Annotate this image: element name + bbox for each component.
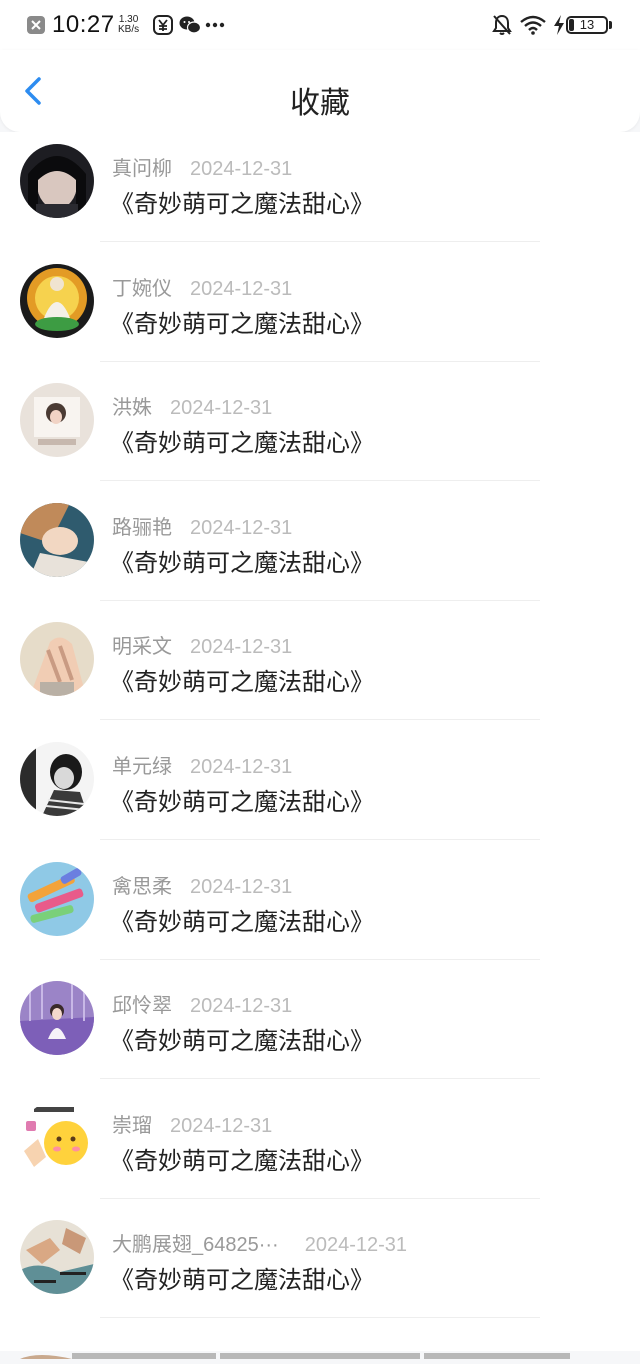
more-notifications-icon xyxy=(205,0,225,50)
collect-date: 2024-12-31 xyxy=(190,995,293,1018)
collector-line: 明采文 2024-12-31 xyxy=(112,630,292,659)
collect-date: 2024-12-31 xyxy=(170,1114,273,1137)
collector-line: 单元绿 2024-12-31 xyxy=(112,750,292,779)
mute-icon xyxy=(492,0,512,50)
divider xyxy=(100,360,540,362)
collector-name: 真问柳 xyxy=(112,158,172,180)
collector-line: 丁婉仪 2024-12-31 xyxy=(112,272,292,301)
book-title: 《奇妙萌可之魔法甜心》 xyxy=(110,1028,374,1056)
list-item[interactable]: 路骊艳 2024-12-31 《奇妙萌可之魔法甜心》 xyxy=(0,491,640,611)
avatar[interactable] xyxy=(20,622,94,697)
book-title: 《奇妙萌可之魔法甜心》 xyxy=(110,908,374,936)
book-title: 《奇妙萌可之魔法甜心》 xyxy=(110,1267,374,1295)
divider xyxy=(100,599,540,601)
clock: 10:27 xyxy=(52,11,115,38)
divider xyxy=(100,1078,540,1080)
divider xyxy=(100,719,540,721)
divider xyxy=(100,1197,540,1199)
avatar[interactable] xyxy=(20,502,94,577)
status-bar: 10:27 1.30 KB/s 13 xyxy=(0,0,640,50)
collector-line: 禽思柔 2024-12-31 xyxy=(112,870,292,899)
collect-date: 2024-12-31 xyxy=(190,277,293,300)
avatar[interactable] xyxy=(20,383,94,458)
collector-line: 邱怜翠 2024-12-31 xyxy=(112,989,292,1018)
list-item[interactable]: 单元绿 2024-12-31 《奇妙萌可之魔法甜心》 xyxy=(0,730,640,850)
navigation-header: 收藏 xyxy=(0,50,640,132)
collect-date: 2024-12-31 xyxy=(190,755,293,778)
book-title: 《奇妙萌可之魔法甜心》 xyxy=(110,430,374,458)
network-speed-unit: KB/s xyxy=(118,24,140,35)
app-close-icon xyxy=(26,0,46,50)
list-item[interactable]: 邱怜翠 2024-12-31 《奇妙萌可之魔法甜心》 xyxy=(0,969,640,1089)
collector-name: 崇瑠 xyxy=(112,1114,152,1137)
collector-name: 大鹏展翅_64825··· xyxy=(112,1234,279,1257)
charging-icon xyxy=(553,0,565,50)
wifi-icon xyxy=(519,0,547,50)
avatar[interactable] xyxy=(20,1220,94,1295)
network-speed: 1.30 KB/s xyxy=(118,0,139,50)
avatar[interactable] xyxy=(20,981,94,1056)
collector-line: 洪姝 2024-12-31 xyxy=(112,391,272,420)
collect-date: 2024-12-31 xyxy=(190,158,293,180)
book-title: 《奇妙萌可之魔法甜心》 xyxy=(110,549,374,577)
collector-name: 禽思柔 xyxy=(112,875,172,898)
collector-line: 路骊艳 2024-12-31 xyxy=(112,511,292,540)
collect-date: 2024-12-31 xyxy=(190,636,293,659)
list-item[interactable]: 丁婉仪 2024-12-31 《奇妙萌可之魔法甜心》 xyxy=(0,252,640,372)
collector-name: 邱怜翠 xyxy=(112,995,172,1018)
avatar[interactable] xyxy=(20,263,94,338)
collector-name: 丁婉仪 xyxy=(112,277,172,300)
collector-line: 真问柳 2024-12-31 xyxy=(112,152,292,181)
collect-date: 2024-12-31 xyxy=(190,875,293,898)
payment-icon xyxy=(153,0,173,50)
collector-name: 明采文 xyxy=(112,636,172,659)
list-item[interactable]: 大鹏展翅_64825··· 2024-12-31 《奇妙萌可之魔法甜心》 xyxy=(0,1208,640,1328)
collect-date: 2024-12-31 xyxy=(304,1234,408,1257)
collect-date: 2024-12-31 xyxy=(190,516,293,539)
book-title: 《奇妙萌可之魔法甜心》 xyxy=(110,788,374,816)
book-title: 《奇妙萌可之魔法甜心》 xyxy=(110,669,374,697)
collect-date: 2024-12-31 xyxy=(170,397,273,420)
next-item-peek xyxy=(20,1346,572,1359)
collector-name: 单元绿 xyxy=(112,755,172,778)
list-item[interactable]: 禽思柔 2024-12-31 《奇妙萌可之魔法甜心》 xyxy=(0,850,640,970)
divider xyxy=(100,1317,540,1319)
divider xyxy=(100,838,540,840)
avatar[interactable] xyxy=(20,861,94,936)
favorites-list: 真问柳 2024-12-31 《奇妙萌可之魔法甜心》 丁婉仪 2024-12-31 … xyxy=(0,132,640,1351)
battery-level: 13 xyxy=(579,17,595,32)
avatar[interactable] xyxy=(20,1100,94,1175)
list-item[interactable]: 明采文 2024-12-31 《奇妙萌可之魔法甜心》 xyxy=(0,610,640,730)
book-title: 《奇妙萌可之魔法甜心》 xyxy=(110,310,374,338)
avatar[interactable] xyxy=(20,144,94,218)
avatar[interactable] xyxy=(20,741,94,816)
collector-name: 路骊艳 xyxy=(112,516,172,539)
page-title: 收藏 xyxy=(290,87,350,120)
book-title: 《奇妙萌可之魔法甜心》 xyxy=(110,191,374,218)
divider xyxy=(100,958,540,960)
collector-name: 洪姝 xyxy=(112,397,152,420)
battery-icon: 13 xyxy=(566,0,612,50)
wechat-icon xyxy=(179,0,201,50)
divider xyxy=(100,241,540,242)
collector-line: 大鹏展翅_64825··· 2024-12-31 xyxy=(112,1228,407,1257)
book-title: 《奇妙萌可之魔法甜心》 xyxy=(110,1147,374,1175)
collector-line: 崇瑠 2024-12-31 xyxy=(112,1109,272,1138)
list-item[interactable]: 真问柳 2024-12-31 《奇妙萌可之魔法甜心》 xyxy=(0,132,640,252)
list-item[interactable]: 崇瑠 2024-12-31 《奇妙萌可之魔法甜心》 xyxy=(0,1089,640,1209)
list-item[interactable]: 洪姝 2024-12-31 《奇妙萌可之魔法甜心》 xyxy=(0,371,640,491)
divider xyxy=(100,480,540,482)
